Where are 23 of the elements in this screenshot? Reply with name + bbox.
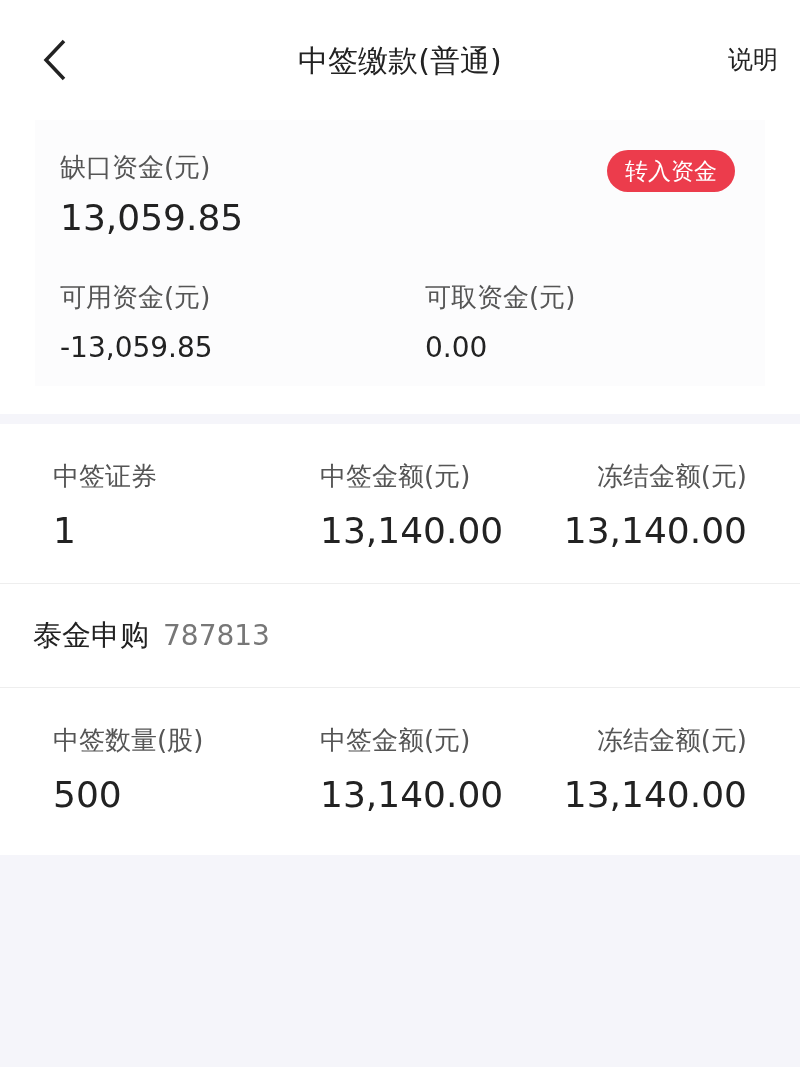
field-label: 缺口资金(元) xyxy=(60,151,212,184)
field-value: 13,140.00 xyxy=(563,509,747,553)
stock-name: 泰金申购 xyxy=(33,616,149,654)
field-label: 可取资金(元) xyxy=(425,281,577,314)
field-value: 13,140.00 xyxy=(320,509,504,553)
field-label: 冻结金额(元) xyxy=(596,724,747,757)
field-label: 中签金额(元) xyxy=(320,724,471,757)
field-label: 可用资金(元) xyxy=(60,281,212,314)
field-value: 13,140.00 xyxy=(563,773,747,817)
field-label: 中签数量(股) xyxy=(53,724,204,757)
field-value: 13,140.00 xyxy=(320,773,504,817)
transfer-button[interactable]: 转入资金 xyxy=(607,150,735,192)
field-value: 500 xyxy=(53,773,122,817)
field-value: 13,059.85 xyxy=(60,196,244,240)
field-label: 中签金额(元) xyxy=(320,460,471,493)
help-link[interactable]: 说明 xyxy=(728,41,778,79)
field-label: 冻结金额(元) xyxy=(596,460,747,493)
stock-code: 787813 xyxy=(163,617,270,654)
field-label: 中签证券 xyxy=(53,460,157,493)
field-value: 0.00 xyxy=(425,330,489,366)
page-title: 中签缴款(普通) xyxy=(298,41,502,80)
field-value: 1 xyxy=(53,509,76,553)
field-value: -13,059.85 xyxy=(60,330,214,366)
